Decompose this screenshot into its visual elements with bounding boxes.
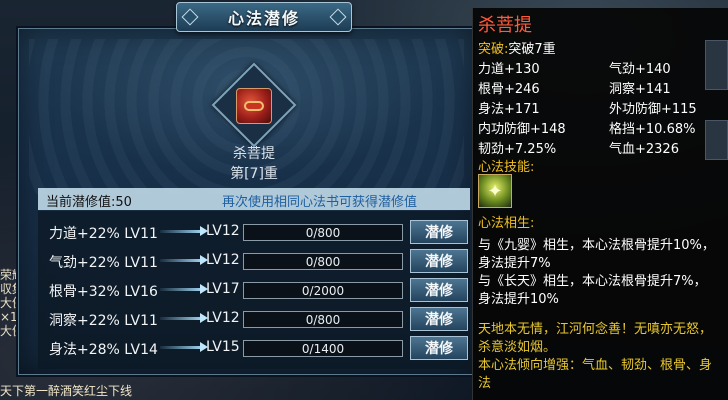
next-level: LV12 bbox=[206, 252, 240, 268]
stat-left: 力道+130 bbox=[478, 62, 540, 77]
progress-text: 0/800 bbox=[305, 255, 341, 269]
progress-text: 0/800 bbox=[305, 313, 341, 327]
arrow-right-icon bbox=[160, 313, 208, 323]
synergy-line: 与《长天》相生，本心法根骨提升7%， bbox=[478, 274, 707, 289]
cultivate-button[interactable]: 潜修 bbox=[410, 220, 468, 244]
progress-text: 0/1400 bbox=[301, 342, 345, 356]
current-attribute: 身法+28% LV14 bbox=[49, 342, 158, 358]
cultivate-button[interactable]: 潜修 bbox=[410, 249, 468, 273]
progress-bar: 0/2000 bbox=[243, 282, 403, 299]
stat-right: 气劲+140 bbox=[609, 62, 671, 77]
stat-left: 身法+171 bbox=[478, 102, 540, 117]
stat-right: 格挡+10.68% bbox=[609, 122, 696, 137]
lore-line: 天地本无情，江河何念善！无嗔亦无怒， bbox=[478, 322, 713, 337]
breakthrough-key: 突破: bbox=[478, 42, 509, 57]
progress-bar: 0/800 bbox=[243, 253, 403, 270]
arrow-right-icon bbox=[160, 255, 208, 265]
synergy-line: 身法提升7% bbox=[478, 256, 551, 271]
next-level: LV12 bbox=[206, 223, 240, 239]
cultivation-tip: 再次使用相同心法书可获得潜修值 bbox=[222, 195, 418, 210]
progress-bar: 0/800 bbox=[243, 224, 403, 241]
progress-text: 0/2000 bbox=[301, 284, 345, 298]
panel-title: 心法潜修 bbox=[227, 9, 300, 28]
attribute-row: 力道+22% LV11 LV12 0/800 潜修 bbox=[38, 218, 470, 246]
current-attribute: 洞察+22% LV11 bbox=[49, 313, 158, 329]
current-attribute: 气劲+22% LV11 bbox=[49, 255, 158, 271]
next-level: LV15 bbox=[206, 339, 240, 355]
progress-bar: 0/800 bbox=[243, 311, 403, 328]
stat-left: 根骨+246 bbox=[478, 82, 540, 97]
cultivate-button[interactable]: 潜修 bbox=[410, 307, 468, 331]
background-slot bbox=[705, 40, 728, 90]
current-cultivation-value: 当前潜修值:50 bbox=[46, 195, 132, 210]
next-level: LV12 bbox=[206, 310, 240, 326]
stat-left: 内功防御+148 bbox=[478, 122, 566, 137]
stat-right: 外功防御+115 bbox=[609, 102, 697, 117]
breakthrough-value: 突破7重 bbox=[508, 42, 556, 57]
attribute-row: 气劲+22% LV11 LV12 0/800 潜修 bbox=[38, 247, 470, 275]
breakthrough-line: 突破:突破7重 bbox=[478, 38, 556, 57]
synergy-line: 身法提升10% bbox=[478, 292, 559, 307]
cultivate-button[interactable]: 潜修 bbox=[410, 278, 468, 302]
stat-right: 洞察+141 bbox=[609, 82, 671, 97]
skill-label: 心法技能: bbox=[478, 160, 535, 175]
progress-text: 0/800 bbox=[305, 226, 341, 240]
lore-line: 杀意淡如烟。 bbox=[478, 340, 557, 355]
book-tier: 第[7]重 bbox=[230, 166, 278, 182]
attribute-row: 身法+28% LV14 LV15 0/1400 潜修 bbox=[38, 334, 470, 362]
stat-right: 气血+2326 bbox=[609, 142, 679, 157]
lore-line: 本心法倾向增强：气血、韧劲、根骨、身 bbox=[478, 358, 713, 373]
progress-bar: 0/1400 bbox=[243, 340, 403, 357]
green-skill-icon[interactable]: ✦ bbox=[478, 174, 512, 208]
current-attribute: 力道+22% LV11 bbox=[49, 226, 158, 242]
lore-line: 法 bbox=[478, 376, 492, 391]
synergy-line: 与《九婴》相生，本心法根骨提升10%， bbox=[478, 238, 715, 253]
red-scroll-book-icon[interactable] bbox=[236, 88, 272, 124]
synergy-label: 心法相生: bbox=[478, 216, 535, 231]
book-name: 杀菩提 bbox=[233, 146, 275, 162]
background-slot bbox=[705, 120, 728, 160]
panel-title-bar[interactable]: 心法潜修 bbox=[176, 2, 352, 32]
stat-left: 韧劲+7.25% bbox=[478, 142, 557, 157]
arrow-right-icon bbox=[160, 226, 208, 236]
arrow-right-icon bbox=[160, 284, 208, 294]
system-message: 天下第一醉酒笑红尘下线 bbox=[0, 384, 133, 398]
next-level: LV17 bbox=[206, 281, 240, 297]
arrow-right-icon bbox=[160, 342, 208, 352]
attribute-row: 根骨+32% LV16 LV17 0/2000 潜修 bbox=[38, 276, 470, 304]
tooltip-title: 杀菩提 bbox=[478, 15, 532, 36]
attribute-row: 洞察+22% LV11 LV12 0/800 潜修 bbox=[38, 305, 470, 333]
cultivate-button[interactable]: 潜修 bbox=[410, 336, 468, 360]
current-attribute: 根骨+32% LV16 bbox=[49, 284, 158, 300]
